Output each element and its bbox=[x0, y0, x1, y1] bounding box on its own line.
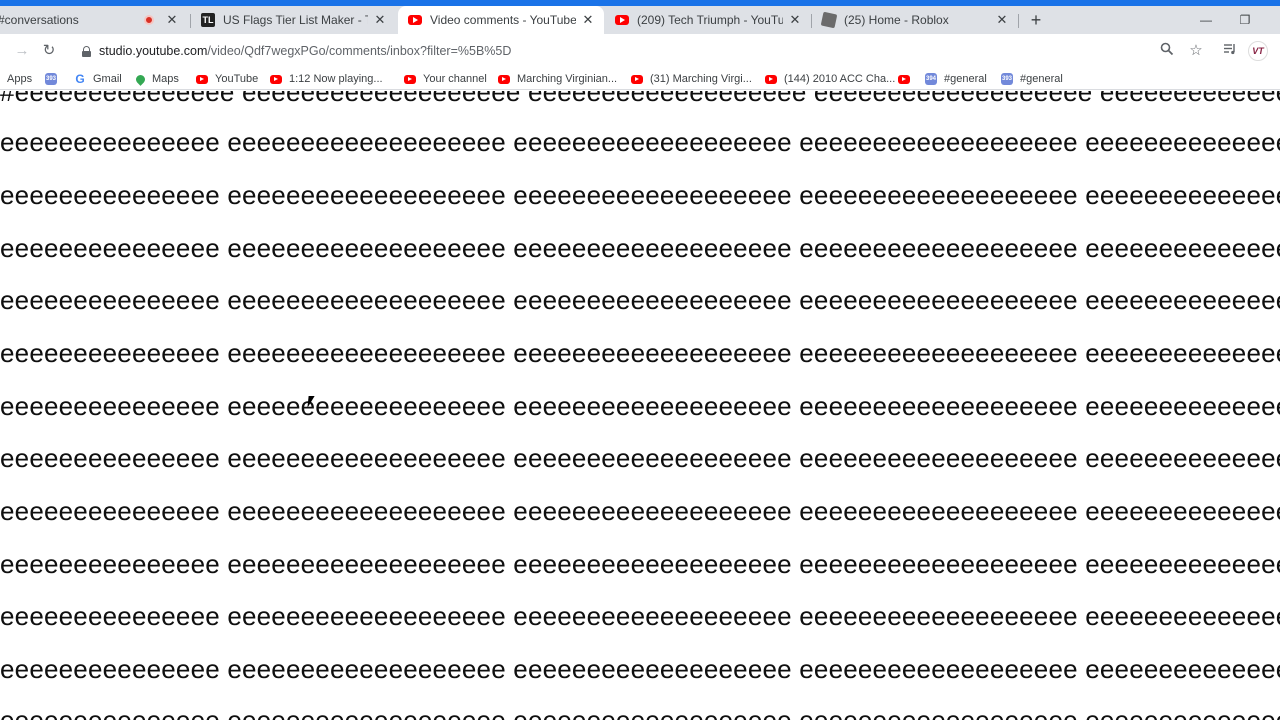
bookmark-label: Gmail bbox=[93, 73, 122, 85]
profile-avatar[interactable]: VT bbox=[1248, 41, 1268, 61]
discord-icon: 393 bbox=[45, 73, 57, 85]
url-path: /video/Qdf7wegxPGo/comments/inbox?filter… bbox=[207, 44, 512, 58]
forward-arrow-icon[interactable]: → bbox=[12, 41, 32, 61]
new-tab-plus-icon[interactable]: + bbox=[1027, 11, 1045, 30]
bookmark-marching-virginian[interactable]: Marching Virginian... bbox=[498, 71, 617, 87]
roblox-icon bbox=[820, 11, 838, 29]
youtube-icon bbox=[408, 15, 422, 25]
bookmarks-bar: Apps 393 G Gmail Maps YouTube 1:12 Now p… bbox=[0, 68, 1280, 90]
tab-roblox-home[interactable]: (25) Home - Roblox ✕ bbox=[812, 6, 1018, 34]
maps-icon bbox=[134, 72, 147, 86]
media-queue-icon[interactable] bbox=[1221, 42, 1239, 60]
comment-text-line: eeeeeeeeeeeeeee eeeeeeeeeeeeeeeeeee eeee… bbox=[0, 338, 1280, 368]
comment-text-line: eeeeeeeeeeeeeee eeeeeeeeeeeeeeeeeee eeee… bbox=[0, 705, 1280, 720]
tab-video-comments[interactable]: Video comments - YouTube Studio ✕ bbox=[398, 6, 604, 34]
close-tab-icon[interactable]: ✕ bbox=[372, 12, 388, 28]
url-host: studio.youtube.com bbox=[99, 44, 208, 58]
bookmark-acc-championship[interactable]: (144) 2010 ACC Cha... bbox=[765, 71, 895, 87]
close-tab-icon[interactable]: ✕ bbox=[994, 12, 1010, 28]
url-text: studio.youtube.com/video/Qdf7wegxPGo/com… bbox=[99, 44, 511, 58]
comment-text-line: eeeeeeeeeeeeeee eeeeeeeeeeeeeeeeeee eeee… bbox=[0, 285, 1280, 315]
close-tab-icon[interactable]: ✕ bbox=[164, 12, 180, 28]
comment-text-line: eeeeeeeeeeeeeee eeeeeeeeeeeeeeeeeee eeee… bbox=[0, 601, 1280, 631]
tab-tech-triumph[interactable]: (209) Tech Triumph - YouTube ✕ bbox=[605, 6, 811, 34]
comment-text-line: eeeeeeeeeeeeeee eeeeeeeeeeeeeeeeeee eeee… bbox=[0, 180, 1280, 210]
bookmark-label: 1:12 Now playing... bbox=[289, 73, 383, 85]
bookmark-your-channel[interactable]: Your channel bbox=[404, 71, 487, 87]
bookmark-label: Your channel bbox=[423, 73, 487, 85]
bookmark-label: Maps bbox=[152, 73, 179, 85]
tab-strip: #conversations ✕ TL US Flags Tier List M… bbox=[0, 6, 1280, 34]
tab-conversations[interactable]: #conversations ✕ bbox=[0, 6, 188, 34]
recording-icon bbox=[144, 15, 154, 25]
comment-text-line: eeeeeeeeeeeeeee eeeeeeeeeeeeeeeeeee eeee… bbox=[0, 391, 1280, 421]
discord-icon: 393 bbox=[1001, 73, 1013, 85]
comment-text-line: eeeeeeeeeeeeeee eeeeeeeeeeeeeeeeeee eeee… bbox=[0, 443, 1280, 473]
bookmark-label: #general bbox=[1020, 73, 1063, 85]
tab-us-flags-tier-list[interactable]: TL US Flags Tier List Maker - TierList ✕ bbox=[191, 6, 396, 34]
bookmark-youtube[interactable]: YouTube bbox=[196, 71, 258, 87]
comment-text-line: eeeeeeeeeeeeeee eeeeeeeeeeeeeeeeeee eeee… bbox=[0, 549, 1280, 579]
tierlist-icon: TL bbox=[201, 13, 215, 27]
restore-window-icon[interactable]: ❐ bbox=[1230, 10, 1260, 30]
mouse-pointer-icon bbox=[307, 396, 321, 408]
close-tab-icon[interactable]: ✕ bbox=[580, 12, 596, 28]
tab-title: #conversations bbox=[0, 13, 79, 27]
bookmark-label: (31) Marching Virgi... bbox=[650, 73, 752, 85]
comment-text-line: eeeeeeeeeeeeeee eeeeeeeeeeeeeeeeeee eeee… bbox=[0, 496, 1280, 526]
bookmark-apps[interactable]: Apps bbox=[7, 71, 32, 87]
bookmark-star-icon[interactable]: ☆ bbox=[1187, 42, 1205, 60]
bookmark-marching-virgi-31[interactable]: (31) Marching Virgi... bbox=[631, 71, 752, 87]
close-tab-icon[interactable]: ✕ bbox=[787, 12, 803, 28]
bookmark-youtube-untitled[interactable] bbox=[898, 71, 917, 87]
tab-title: Video comments - YouTube Studio bbox=[430, 13, 576, 27]
bookmark-now-playing[interactable]: 1:12 Now playing... bbox=[270, 71, 383, 87]
bookmark-label: YouTube bbox=[215, 73, 259, 85]
youtube-icon bbox=[765, 74, 777, 84]
bookmark-label: Apps bbox=[7, 73, 33, 85]
bookmark-general-2[interactable]: 393 #general bbox=[1001, 71, 1063, 87]
address-bar[interactable]: studio.youtube.com/video/Qdf7wegxPGo/com… bbox=[72, 39, 1212, 63]
youtube-icon bbox=[498, 74, 510, 84]
tab-title: US Flags Tier List Maker - TierList bbox=[223, 13, 368, 27]
youtube-icon bbox=[270, 74, 282, 84]
bookmark-label: #general bbox=[944, 73, 987, 85]
youtube-icon bbox=[196, 74, 208, 84]
comment-text-area: #eeeeeeeeeeeeeee eeeeeeeeeeeeeeeeeee eee… bbox=[0, 91, 1280, 720]
comment-text-line: #eeeeeeeeeeeeeee eeeeeeeeeeeeeeeeeee eee… bbox=[0, 91, 1280, 107]
zoom-icon[interactable] bbox=[1158, 42, 1176, 60]
discord-icon: 394 bbox=[925, 73, 937, 85]
youtube-icon bbox=[631, 74, 643, 84]
bookmark-label: Marching Virginian... bbox=[517, 73, 618, 85]
tab-separator bbox=[1018, 14, 1019, 28]
tab-title: (209) Tech Triumph - YouTube bbox=[637, 13, 783, 27]
minimize-icon[interactable]: — bbox=[1191, 10, 1221, 30]
bookmark-discord[interactable]: 393 bbox=[45, 71, 64, 87]
reload-icon[interactable]: ↻ bbox=[39, 41, 59, 61]
browser-toolbar: → ↻ studio.youtube.com/video/Qdf7wegxPGo… bbox=[0, 34, 1280, 68]
youtube-icon bbox=[404, 74, 416, 84]
lock-icon[interactable] bbox=[82, 45, 91, 57]
comment-text-line: eeeeeeeeeeeeeee eeeeeeeeeeeeeeeeeee eeee… bbox=[0, 127, 1280, 157]
bookmark-maps[interactable]: Maps bbox=[134, 71, 179, 87]
bookmark-gmail[interactable]: G Gmail bbox=[74, 71, 122, 87]
google-icon: G bbox=[75, 72, 85, 86]
tab-title: (25) Home - Roblox bbox=[844, 13, 949, 27]
comment-text-line: eeeeeeeeeeeeeee eeeeeeeeeeeeeeeeeee eeee… bbox=[0, 233, 1280, 263]
youtube-icon bbox=[898, 74, 910, 84]
youtube-icon bbox=[615, 15, 629, 25]
bookmark-label: (144) 2010 ACC Cha... bbox=[784, 73, 896, 85]
bookmark-general-1[interactable]: 394 #general bbox=[925, 71, 987, 87]
comment-text-line: eeeeeeeeeeeeeee eeeeeeeeeeeeeeeeeee eeee… bbox=[0, 654, 1280, 684]
